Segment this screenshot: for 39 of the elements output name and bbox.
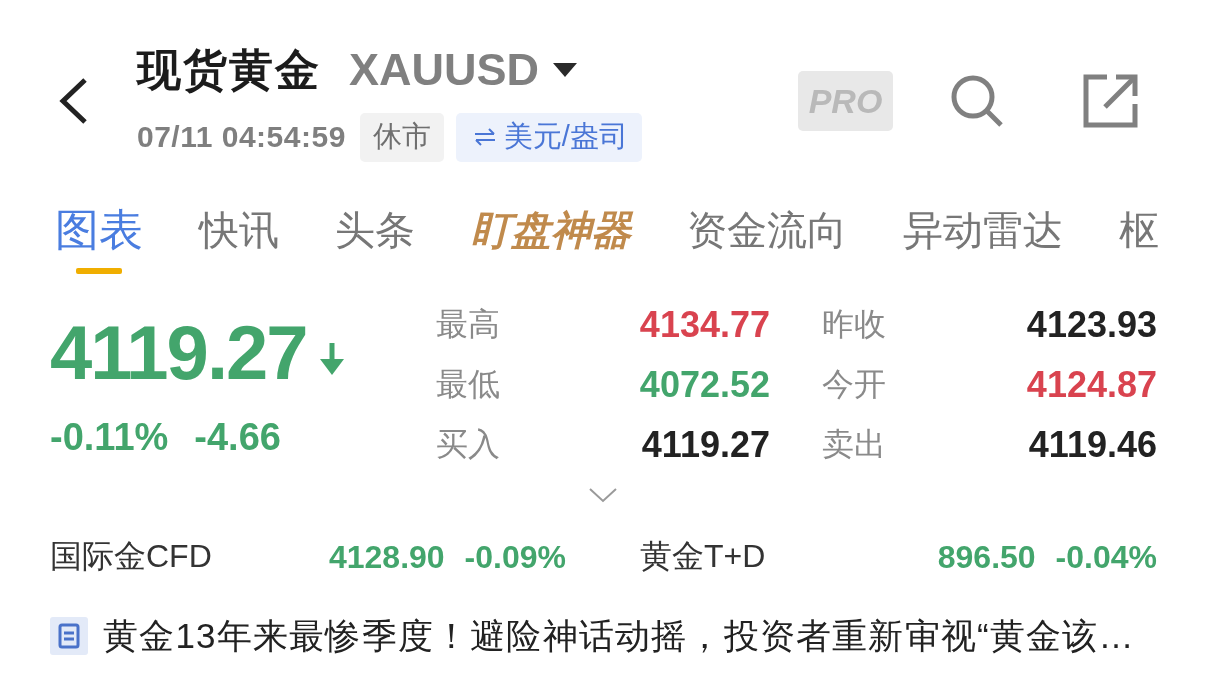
news-headline[interactable]: 黄金13年来最惨季度！避险神话动摇，投资者重新审视“黄金该…	[103, 612, 1135, 660]
change-amount: -4.66	[194, 417, 281, 457]
related-price: 896.50	[937, 538, 1036, 576]
stat-label: 买入	[436, 425, 500, 464]
change-percent: -0.11%	[50, 417, 169, 457]
tab[interactable]: 头条	[335, 195, 415, 274]
related-name: 国际金CFD	[50, 537, 212, 576]
stat-label: 最高	[436, 305, 500, 344]
stat-value: 4123.93	[1026, 304, 1157, 346]
related-change: -0.04%	[1055, 538, 1157, 576]
stat-label: 最低	[436, 365, 500, 404]
stat-label: 卖出	[822, 425, 886, 464]
tab[interactable]: 枢	[1119, 195, 1159, 274]
swap-arrows-icon	[473, 128, 496, 146]
stat-label: 今开	[822, 365, 886, 404]
stat-value: 4124.87	[1026, 364, 1157, 406]
stat-label: 昨收	[822, 305, 886, 344]
stat-value: 4134.77	[639, 304, 770, 346]
instrument-title: 现货黄金	[137, 43, 321, 96]
stat-value: 4072.52	[639, 364, 770, 406]
tab[interactable]: 异动雷达	[903, 195, 1063, 274]
timestamp: 07/11 04:54:59	[137, 120, 346, 154]
related-name: 黄金T+D	[640, 537, 766, 576]
related-change: -0.09%	[464, 538, 566, 576]
tab[interactable]: 图表	[55, 195, 143, 274]
symbol-dropdown[interactable]: XAUUSD	[349, 44, 578, 96]
tab[interactable]: 资金流向	[687, 195, 847, 274]
stat-value: 4119.46	[1028, 424, 1157, 466]
tab[interactable]: 快讯	[199, 195, 279, 274]
caret-icon	[553, 63, 578, 77]
share-icon[interactable]	[1083, 74, 1138, 128]
unit-toggle[interactable]: 美元/盎司	[455, 112, 642, 162]
related-price: 4128.90	[328, 538, 445, 576]
chevron-down-icon[interactable]	[588, 488, 617, 503]
document-icon	[50, 617, 88, 655]
stat-value: 4119.27	[641, 424, 770, 466]
market-status-tag: 休市	[359, 112, 444, 162]
last-price: 4119.27	[50, 317, 307, 389]
search-icon[interactable]	[950, 74, 1005, 128]
